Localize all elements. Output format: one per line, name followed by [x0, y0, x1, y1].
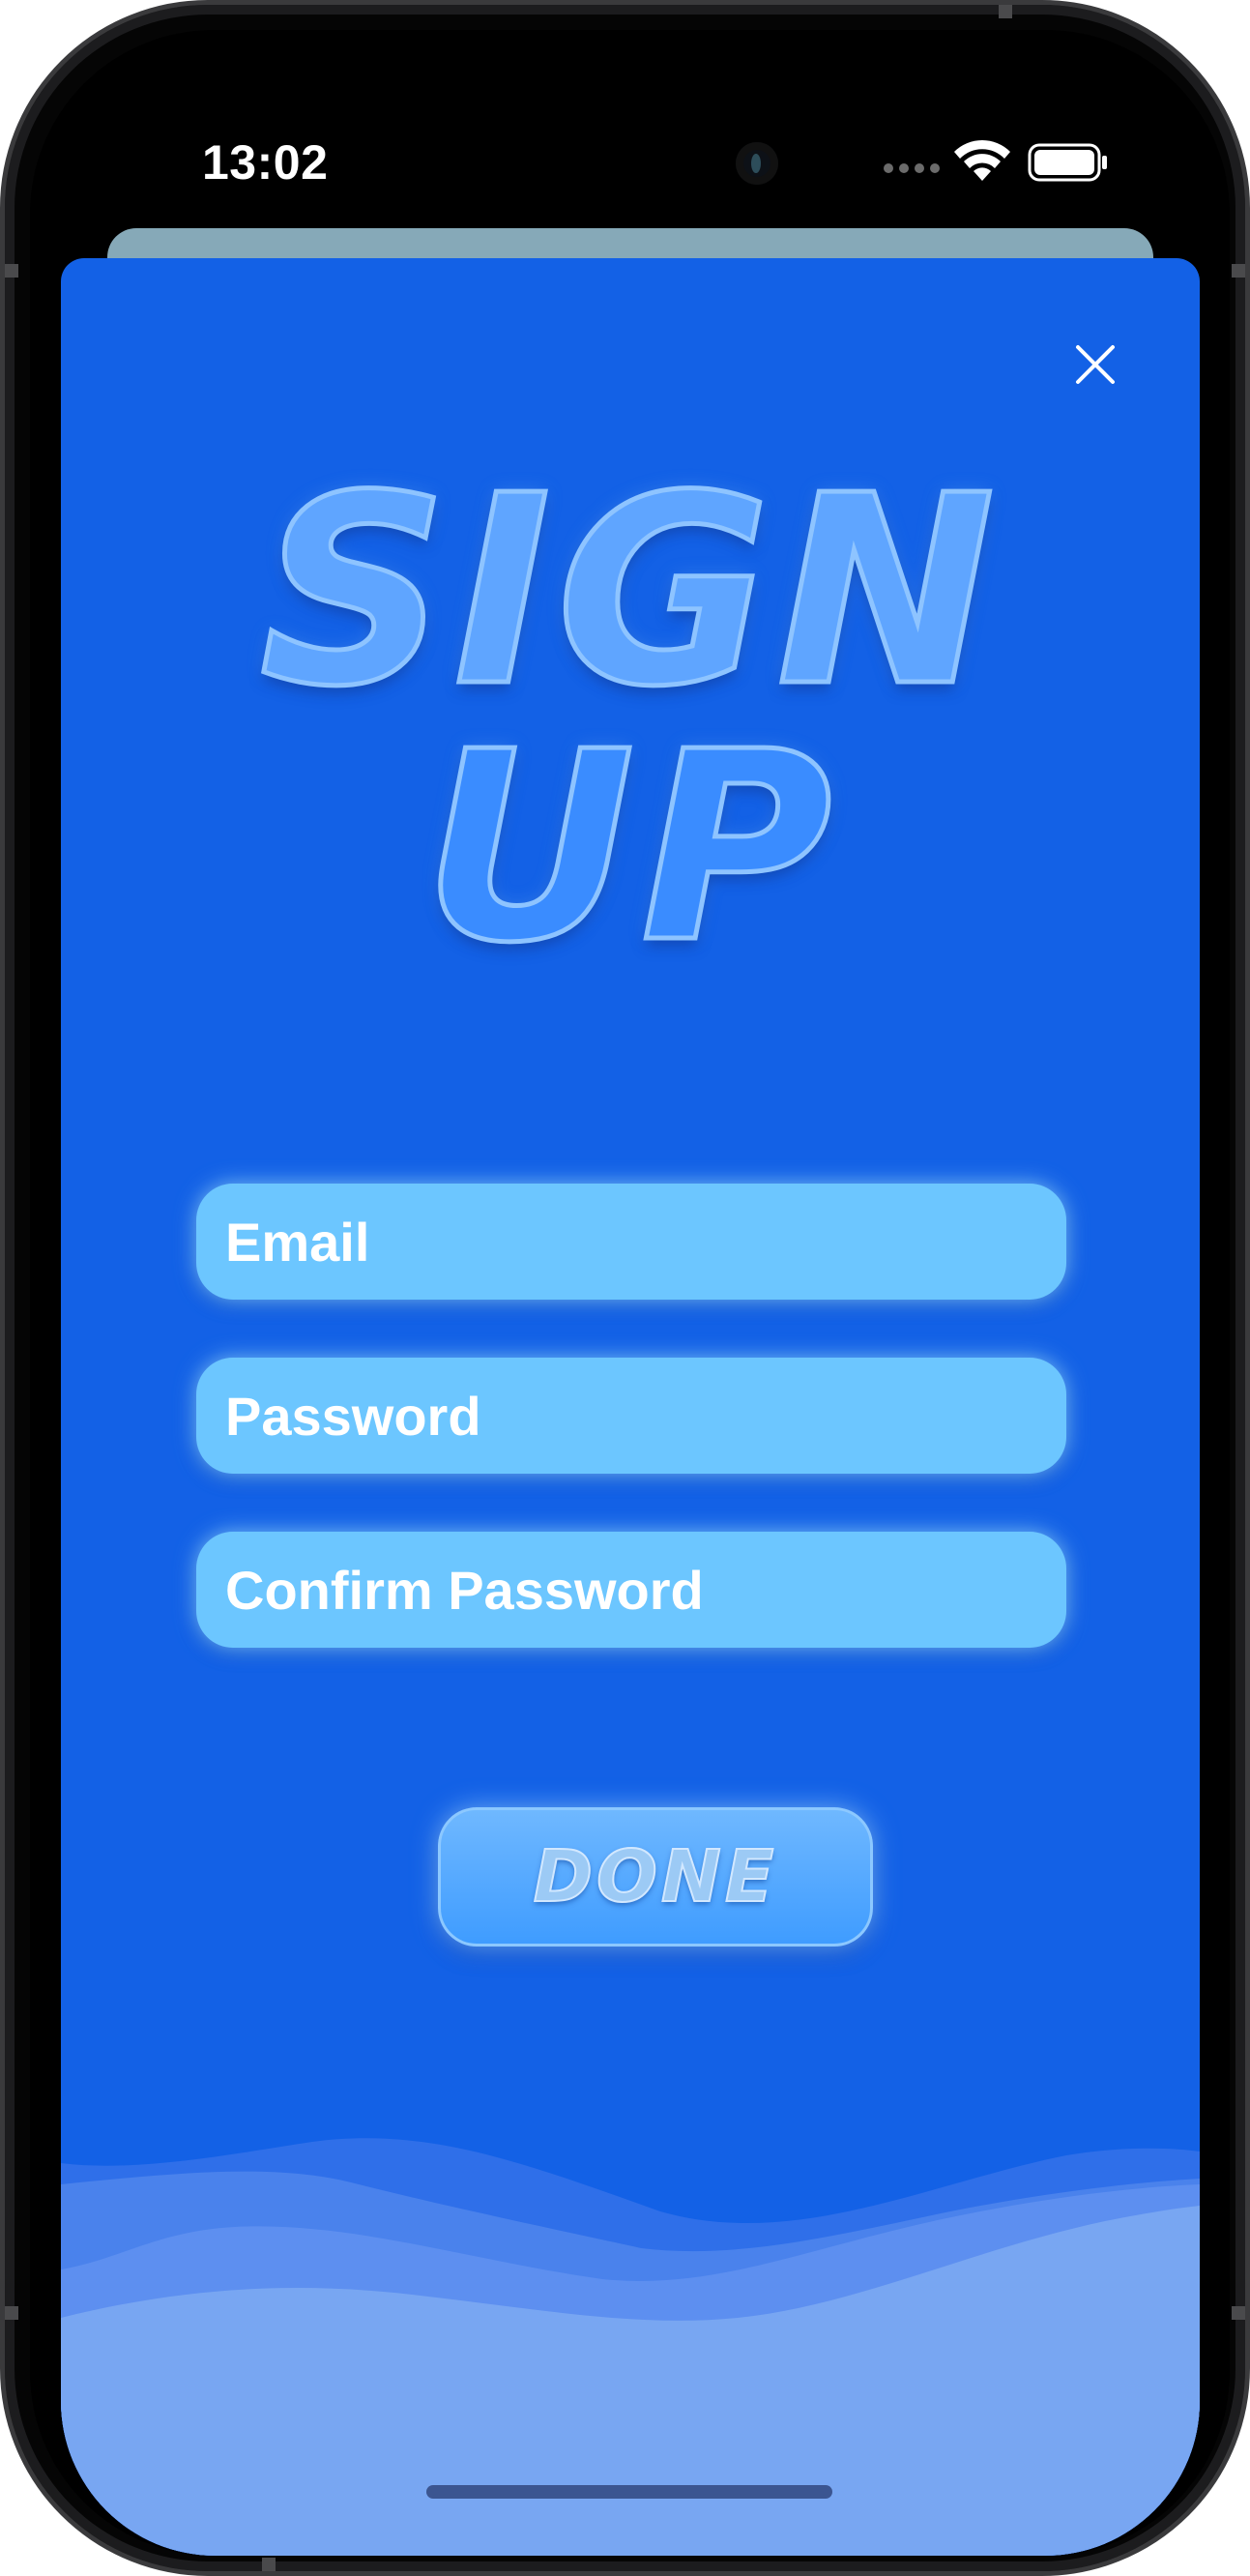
frame-notch-top — [999, 5, 1012, 18]
frame-notch-left-bottom — [5, 2306, 18, 2320]
sign-up-sheet: SIGN UP DONE — [61, 258, 1200, 2556]
email-field[interactable] — [196, 1184, 1066, 1300]
wifi-icon — [954, 139, 1010, 181]
home-indicator[interactable] — [426, 2485, 832, 2499]
battery-icon — [1028, 143, 1107, 182]
done-button[interactable]: DONE — [438, 1807, 873, 1947]
frame-notch-right-bottom — [1232, 2306, 1245, 2320]
frame-notch-right-top — [1232, 264, 1245, 278]
password-field[interactable] — [196, 1358, 1066, 1474]
front-camera-icon — [736, 142, 778, 185]
close-icon[interactable] — [1066, 336, 1124, 394]
frame-notch-left-top — [5, 264, 18, 278]
screen: 13:02 SIGN UP Email DONE — [30, 30, 1230, 2556]
confirm-password-field[interactable] — [196, 1532, 1066, 1648]
cellular-signal-icon — [884, 163, 940, 173]
frame-notch-bottom — [262, 2558, 276, 2571]
page-title-line-2: UP — [421, 695, 838, 1000]
status-bar-time: 13:02 — [202, 135, 329, 190]
page-title-line-1: SIGN — [257, 439, 1002, 744]
phone-frame: 13:02 SIGN UP Email DONE — [0, 0, 1250, 2576]
